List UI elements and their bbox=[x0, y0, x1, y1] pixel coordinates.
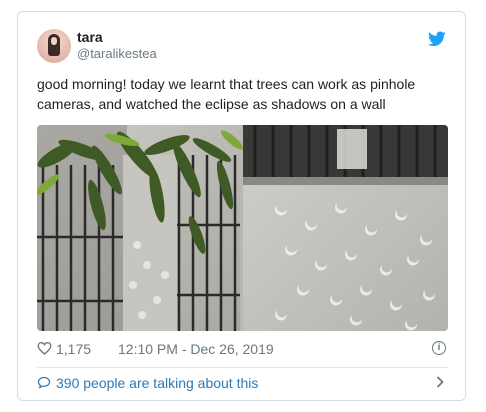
avatar[interactable] bbox=[37, 29, 71, 63]
tweet-media[interactable] bbox=[37, 125, 448, 331]
conversation-label: 390 people are talking about this bbox=[56, 375, 259, 391]
info-icon[interactable]: i bbox=[432, 341, 446, 355]
speech-bubble-icon bbox=[37, 376, 51, 389]
tweet-card[interactable]: tara @taralikestea good morning! today w… bbox=[17, 11, 466, 401]
author-name[interactable]: tara bbox=[77, 29, 103, 45]
left-photo bbox=[37, 125, 244, 331]
tweet-header: tara @taralikestea bbox=[37, 29, 448, 69]
timestamp[interactable]: 12:10 PM - Dec 26, 2019 bbox=[118, 341, 274, 357]
eclipse-shadow-photos bbox=[37, 125, 448, 331]
tweet-text: good morning! today we learnt that trees… bbox=[37, 76, 416, 112]
divider bbox=[37, 367, 448, 368]
chevron-right-icon[interactable] bbox=[436, 376, 444, 388]
twitter-bird-icon[interactable] bbox=[428, 31, 446, 47]
author-handle[interactable]: @taralikestea bbox=[77, 46, 157, 61]
like-count[interactable]: 1,175 bbox=[56, 341, 91, 357]
heart-icon[interactable] bbox=[37, 341, 52, 355]
tweet-meta: 1,175 12:10 PM - Dec 26, 2019 i bbox=[37, 340, 448, 360]
right-photo bbox=[243, 125, 448, 331]
conversation-link[interactable]: 390 people are talking about this bbox=[37, 373, 448, 395]
